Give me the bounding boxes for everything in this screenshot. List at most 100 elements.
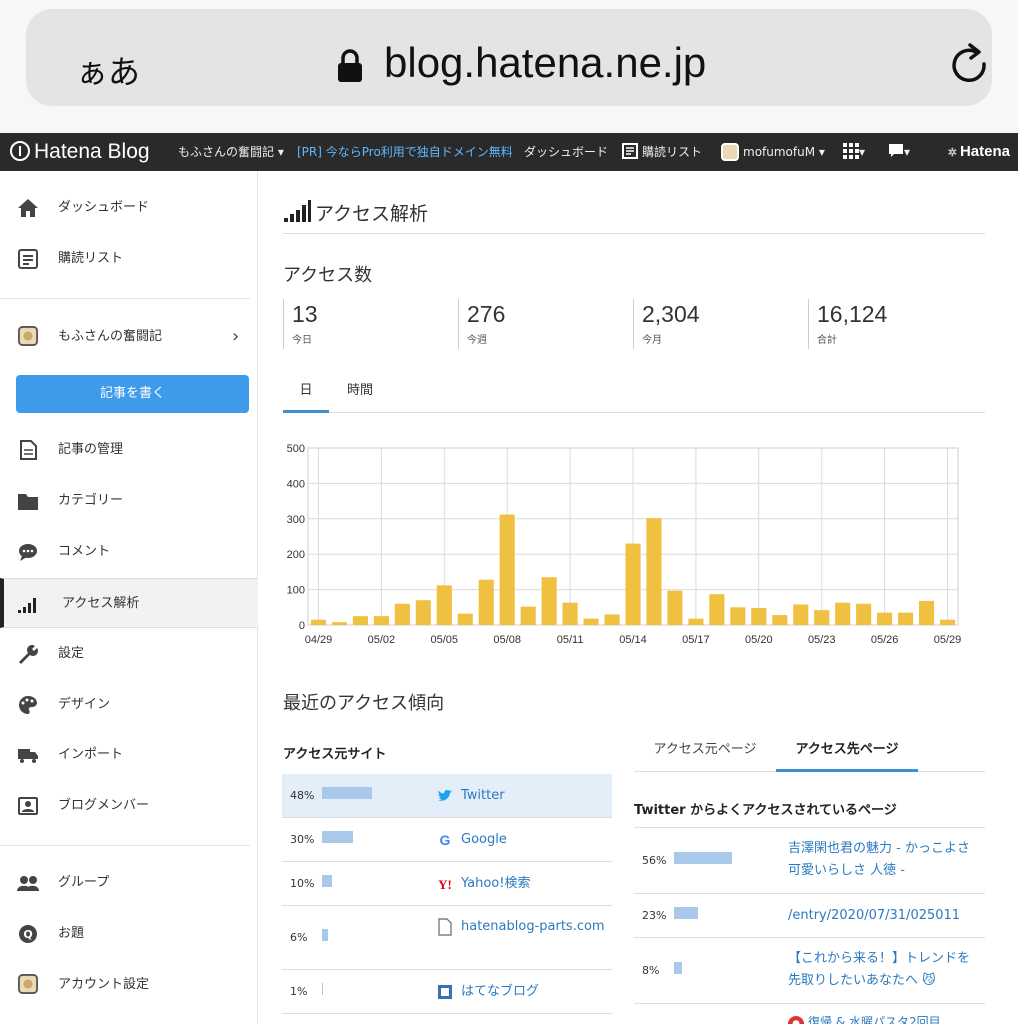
sidebar-item-design[interactable]: デザイン bbox=[0, 680, 258, 730]
y-tick-label: 100 bbox=[287, 585, 305, 597]
sidebar-item-members[interactable]: ブログメンバー bbox=[0, 781, 258, 831]
home-icon bbox=[18, 199, 38, 217]
bar-05/13[interactable] bbox=[604, 614, 620, 625]
referrer-row: 48% Twitter bbox=[282, 774, 612, 818]
referrer-bar bbox=[322, 787, 372, 799]
notification-menu[interactable]: ▾ bbox=[888, 133, 910, 171]
bar-05/16[interactable] bbox=[667, 590, 683, 625]
wrench-icon bbox=[19, 645, 38, 664]
page-link[interactable]: 吉澤閑也君の魅力 - かっこよさ 可愛いらしさ 人徳 - bbox=[788, 838, 978, 882]
x-tick-label: 05/29 bbox=[934, 634, 962, 646]
sidebar-item-dashboard[interactable]: ダッシュボード bbox=[0, 183, 258, 233]
sidebar-label: デザイン bbox=[58, 697, 111, 712]
sidebar-item-category[interactable]: カテゴリー bbox=[0, 476, 258, 526]
sidebar-item-reading-list[interactable]: 購読リスト bbox=[0, 234, 258, 284]
bar-05/22[interactable] bbox=[793, 604, 809, 625]
referrer-site-name: Twitter bbox=[461, 788, 505, 803]
page-link[interactable]: /entry/2020/07/31/025011 bbox=[788, 905, 978, 927]
sidebar-item-account[interactable]: アカウント設定 bbox=[0, 960, 258, 1010]
write-article-button[interactable]: 記事を書く bbox=[16, 375, 249, 413]
referrer-link[interactable]: Y! Yahoo!検索 bbox=[436, 873, 606, 895]
bar-05/17[interactable] bbox=[688, 618, 704, 625]
popular-page-row: 23% /entry/2020/07/31/025011 bbox=[634, 893, 985, 937]
bar-04/29[interactable] bbox=[310, 619, 327, 625]
url-text[interactable]: blog.hatena.ne.jp bbox=[384, 39, 706, 87]
bar-04/30[interactable] bbox=[331, 622, 347, 625]
palette-icon bbox=[19, 696, 37, 714]
referrer-bar bbox=[322, 831, 354, 843]
nav-dashboard[interactable]: ダッシュボード bbox=[524, 133, 608, 171]
sidebar-item-import[interactable]: インポート bbox=[0, 730, 258, 780]
apps-menu[interactable]: ▾ bbox=[843, 133, 865, 171]
bar-05/10[interactable] bbox=[541, 577, 557, 625]
sidebar-item-group[interactable]: グループ bbox=[0, 858, 258, 908]
hatena-star-icon: ✲ bbox=[947, 147, 957, 159]
bar-05/21[interactable] bbox=[772, 615, 788, 625]
bar-05/07[interactable] bbox=[478, 579, 494, 625]
reload-icon[interactable] bbox=[946, 42, 994, 90]
pr-link[interactable]: [PR] 今ならPro利用で独自ドメイン無料 bbox=[297, 133, 513, 171]
bar-05/08[interactable] bbox=[499, 514, 515, 625]
bar-05/14[interactable] bbox=[625, 543, 641, 625]
truck-icon bbox=[18, 749, 38, 763]
bar-05/06[interactable] bbox=[457, 613, 473, 625]
grid-icon bbox=[843, 143, 859, 159]
sidebar-item-theme[interactable]: Q お題 bbox=[0, 909, 258, 959]
bar-05/09[interactable] bbox=[520, 606, 536, 625]
bar-05/20[interactable] bbox=[751, 608, 767, 625]
bar-05/15[interactable] bbox=[646, 518, 662, 625]
document-icon bbox=[20, 440, 37, 460]
x-tick-label: 05/08 bbox=[493, 634, 521, 646]
referrer-site-name: はてなブログ bbox=[461, 984, 540, 999]
hatena-link[interactable]: ✲ Hatena bbox=[948, 133, 1010, 171]
bar-05/28[interactable] bbox=[919, 600, 935, 625]
popular-page-row: 8% 【これから来る！】トレンドを先取りしたいあなたへ 😼 bbox=[634, 937, 985, 1003]
sidebar-item-manage[interactable]: 記事の管理 bbox=[0, 425, 258, 475]
sidebar-item-access[interactable]: アクセス解析 bbox=[0, 578, 258, 628]
bar-05/04[interactable] bbox=[415, 600, 431, 625]
sidebar-label: 記事の管理 bbox=[58, 442, 124, 457]
bar-05/01[interactable] bbox=[352, 616, 368, 625]
tab-hour[interactable]: 時間 bbox=[337, 373, 383, 413]
user-menu[interactable]: mofumofuM ▾ bbox=[721, 133, 825, 171]
blog-menu[interactable]: もふさんの奮闘記 ▾ bbox=[178, 133, 284, 171]
bar-05/02[interactable] bbox=[373, 616, 389, 625]
referrer-link[interactable]: Twitter bbox=[436, 785, 606, 807]
bar-05/25[interactable] bbox=[856, 603, 872, 625]
hatena-blog-logo[interactable]: Hatena Blog bbox=[10, 133, 150, 171]
group-icon bbox=[17, 876, 39, 891]
cut-off-entry[interactable]: ● 復帰 & 水曜パスタ2回目 bbox=[788, 1013, 941, 1024]
nav-reading-list[interactable]: 購読リスト bbox=[622, 133, 702, 171]
bar-05/03[interactable] bbox=[394, 603, 410, 625]
referrer-link[interactable]: hatenablog-parts.com bbox=[436, 916, 606, 938]
bar-05/23[interactable] bbox=[814, 610, 830, 625]
reader-aa-button[interactable]: ぁあ bbox=[76, 47, 140, 93]
tab-day[interactable]: 日 bbox=[283, 373, 329, 413]
access-bar-chart: 0 100 200 300 400 500 04/29 05/02 05/05 05/08 05/1… bbox=[287, 443, 962, 646]
tab-target-pages[interactable]: アクセス先ページ bbox=[776, 733, 918, 772]
bar-05/27[interactable] bbox=[898, 612, 914, 625]
bar-05/05[interactable] bbox=[436, 585, 452, 625]
address-bar[interactable]: ぁあ blog.hatena.ne.jp bbox=[26, 9, 992, 106]
bar-05/18[interactable] bbox=[709, 594, 725, 625]
referrer-link[interactable]: G Google bbox=[436, 829, 606, 851]
sidebar-item-settings[interactable]: 設定 bbox=[0, 629, 258, 679]
sidebar-item-blog[interactable]: もふさんの奮闘記 › bbox=[0, 312, 258, 362]
sidebar-label: ブログメンバー bbox=[58, 798, 150, 813]
folder-icon bbox=[18, 494, 38, 510]
referrer-percent: 6% bbox=[290, 931, 308, 944]
page-tabs: アクセス元ページ アクセス先ページ bbox=[634, 733, 985, 772]
bar-05/11[interactable] bbox=[562, 602, 578, 625]
bar-05/24[interactable] bbox=[835, 602, 851, 625]
sidebar-item-comment[interactable]: コメント bbox=[0, 527, 258, 577]
bar-05/12[interactable] bbox=[583, 618, 599, 625]
bar-05/26[interactable] bbox=[877, 612, 893, 625]
google-icon: G bbox=[436, 831, 454, 849]
page-link[interactable]: 【これから来る！】トレンドを先取りしたいあなたへ 😼 bbox=[788, 948, 978, 992]
bar-05/19[interactable] bbox=[730, 607, 746, 625]
sidebar-label: 購読リスト bbox=[58, 251, 124, 266]
referrer-link[interactable]: はてなブログ bbox=[436, 981, 606, 1003]
tab-source-pages[interactable]: アクセス元ページ bbox=[634, 733, 776, 772]
lock-icon bbox=[338, 49, 362, 82]
bar-05/29[interactable] bbox=[939, 619, 956, 625]
